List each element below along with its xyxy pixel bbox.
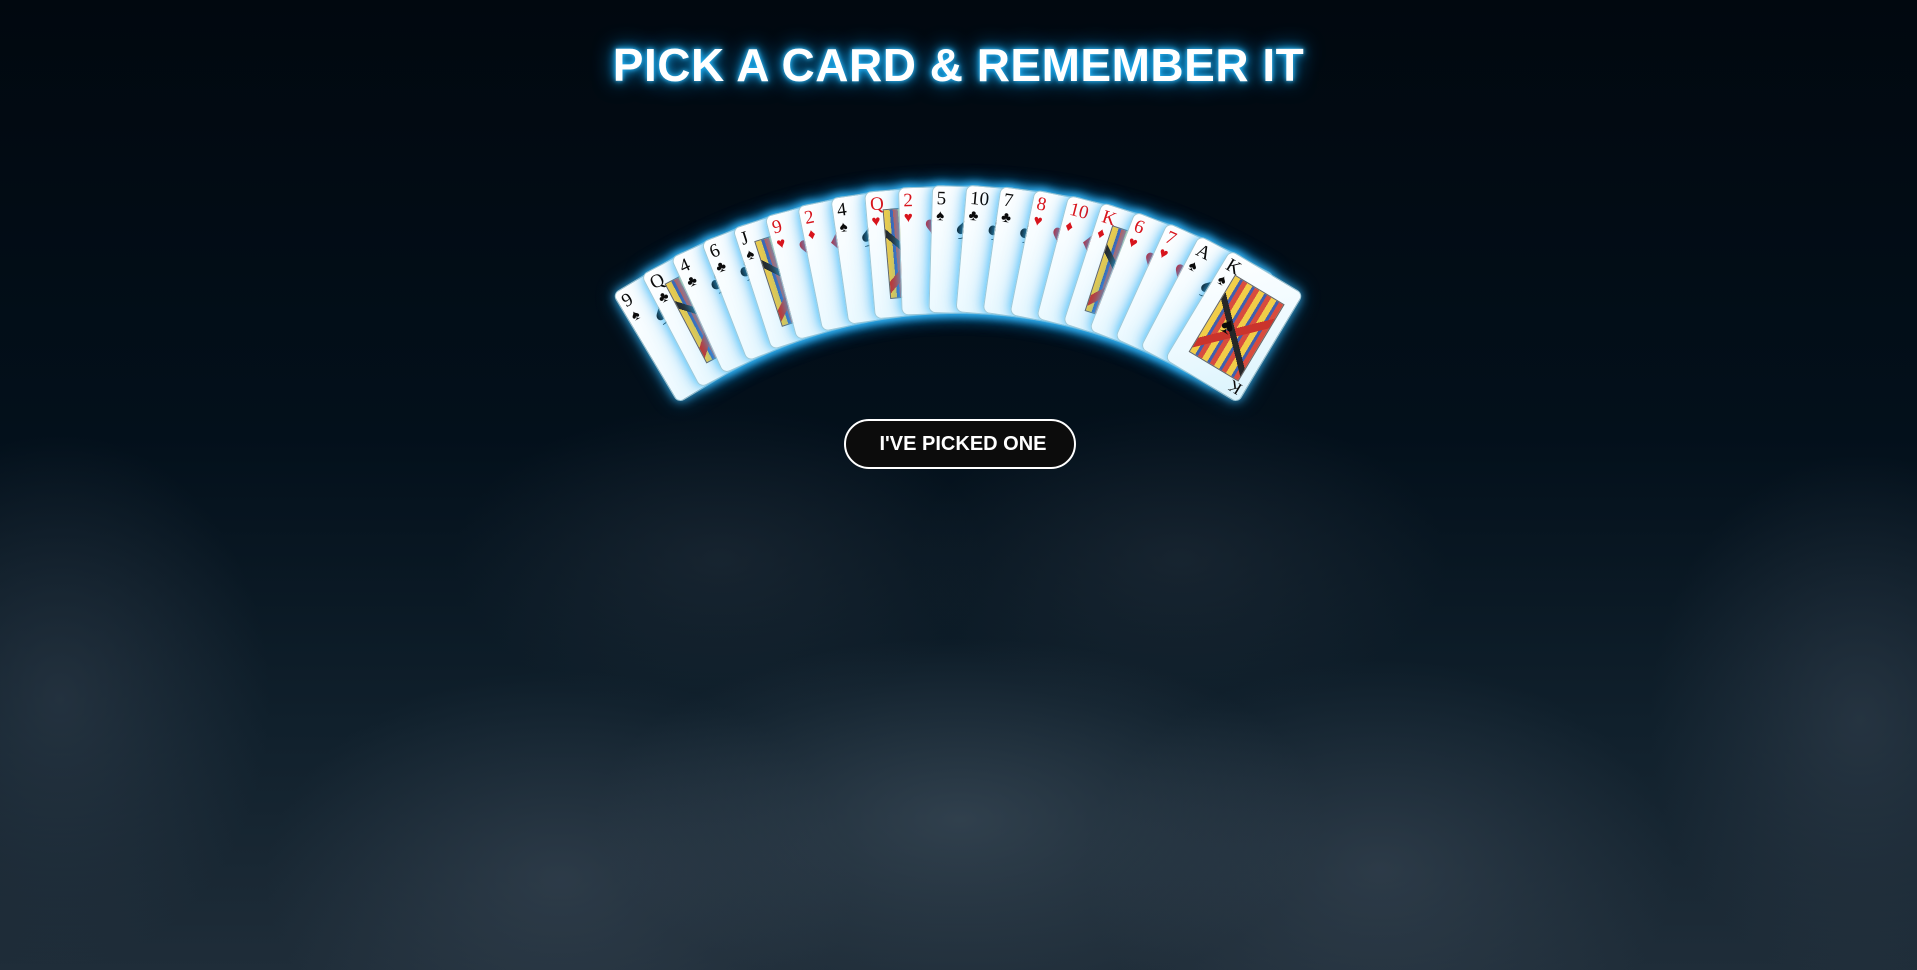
card-suit-icon: ♣ (683, 271, 700, 292)
card-suit-icon: ♦ (806, 225, 818, 244)
card-suit-icon: ♥ (1125, 233, 1140, 253)
card-suit-icon: ♠ (838, 218, 849, 237)
card-rank: 2 (903, 190, 914, 212)
card-rank: 5 (936, 188, 947, 210)
card-suit-icon: ♣ (1000, 208, 1013, 227)
card-suit-icon: ♠ (627, 306, 644, 325)
card-suit-icon: ♥ (774, 234, 788, 253)
game-stage: PICK A CARD & REMEMBER IT 9♠♠♠♠9Q♣♣Q4♣♣♣… (0, 0, 1917, 970)
card-rank-inverted: K (1224, 375, 1246, 399)
card-suit-icon: ♦ (1094, 224, 1108, 243)
card-suit-icon: ♦ (1063, 217, 1076, 236)
card-suit-icon: ♥ (870, 212, 882, 231)
picked-one-button[interactable]: I'VE PICKED ONE (844, 419, 1076, 469)
card-suit-icon: ♥ (903, 209, 913, 227)
card-suit-icon: ♥ (1155, 244, 1171, 264)
card-suit-icon: ♣ (713, 257, 729, 277)
card-fan: 9♠♠♠♠9Q♣♣Q4♣♣♣♣46♣♣♣♣6J♠♠J9♥♥♥♥92♦♦♦♦24♠… (0, 0, 1917, 970)
card-suit-icon: ♠ (1185, 256, 1201, 276)
card-suit-icon: ♣ (967, 206, 980, 225)
card-suit-icon: ♥ (1031, 211, 1044, 231)
card-suit-icon: ♠ (935, 207, 945, 225)
card-suit-icon: ♠ (743, 245, 757, 265)
